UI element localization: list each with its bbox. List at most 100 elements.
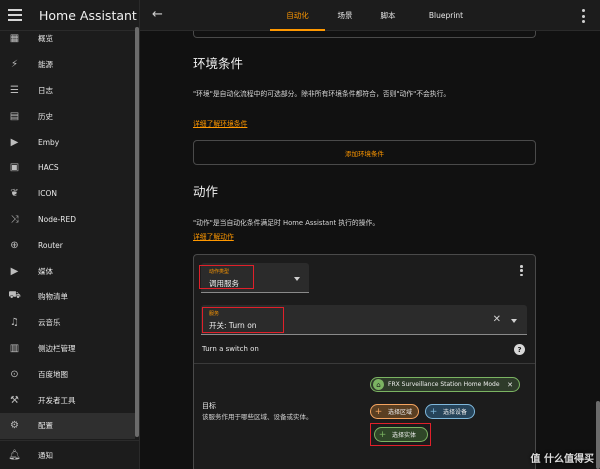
sidebar-item-label: 通知 [38,451,53,460]
sidebar-item-0[interactable]: ▦ 概览 [0,26,135,52]
sidebar-bottom: 🔔︎ 通知 [0,440,140,469]
add-area-label: 选择区域 [388,409,413,416]
sidebar-item-4[interactable]: ▶ Emby [0,129,135,155]
tab-label: 场景 [337,11,353,20]
sidebar-item-6[interactable]: ❦ ICON [0,181,135,207]
sidebar-item-label: HACS [38,163,59,173]
tab-automations[interactable]: 自动化 [270,0,325,31]
add-area-chip[interactable]: + 选择区域 [370,404,419,419]
divider [194,363,535,364]
actions-description: "动作"是当自动化条件满足时 Home Assistant 执行的操作。 [193,219,380,227]
tab-label: 自动化 [286,11,309,20]
sidebar-item-10[interactable]: ⛟ 购物清单 [0,284,135,310]
sidebar-item-9[interactable]: ▶ 媒体 [0,258,135,284]
sidebar-item-label: 概览 [38,34,53,44]
tab-label: Blueprint [428,11,464,20]
cart-icon: ⛟ [8,290,21,302]
sidebar-item-8[interactable]: ⊕ Router [0,232,135,258]
dashboard-icon: ▦ [9,33,20,45]
sidebar-item-14[interactable]: ⚒ 开发者工具 [0,387,135,413]
bell-icon: 🔔︎ [8,450,21,461]
main-scrollbar[interactable] [596,401,600,469]
home-icon: ⌂ [373,379,384,390]
map-pin-icon: ⊙ [10,368,19,380]
sidebar-item-11[interactable]: ♫ 云音乐 [0,310,135,336]
target-title: 目标 [202,402,216,410]
tab-scenes[interactable]: 场景 [330,0,360,31]
previous-card-bottom [193,31,536,38]
sidebar-item-12[interactable]: ▥ 侧边栏管理 [0,336,135,362]
sidebar-item-notifications[interactable]: 🔔︎ 通知 [0,441,140,469]
action-card: 动作类型 调用服务 服务 开关: Turn on ✕ Turn a switch… [193,254,536,469]
action-card-menu-icon[interactable] [520,265,523,276]
sidebar-item-label: 购物清单 [38,292,68,302]
add-condition-button[interactable]: 添加环境条件 [193,140,536,165]
add-device-label: 选择设备 [443,409,468,416]
tab-scripts[interactable]: 脚本 [372,0,404,31]
conditions-description: "环境"是自动化流程中的可选部分。除非所有环境条件都符合，否则"动作"不会执行。 [193,90,451,98]
app-title: Home Assistant [39,7,137,23]
sidebar-item-7[interactable]: ⤨ Node-RED [0,207,135,233]
sidebar-scrollbar[interactable] [135,27,139,437]
home-assistant-app: Home Assistant ▦ 概览 ⚡ 能源 ☰ 日志 ▤ 历史 ▶ Emby ▣ HACS ❦ IC… [0,0,600,469]
actions-learn-more-link[interactable]: 详细了解动作 [193,231,234,241]
sidebar-item-2[interactable]: ☰ 日志 [0,78,135,104]
target-entity-name: FRX Surveillance Station Home Mode [388,381,500,388]
lightning-icon: ⚡ [10,59,19,71]
chart-icon: ▤ [9,110,20,122]
service-description: Turn a switch on [202,345,259,353]
sidebar-item-label: Emby [38,137,60,147]
plus-icon: + [429,406,438,417]
menu-icon[interactable] [8,6,26,24]
sidebar-items: ▦ 概览 ⚡ 能源 ☰ 日志 ▤ 历史 ▶ Emby ▣ HACS ❦ ICON ⤨ Node-RED ⊕ Rou… [0,26,135,439]
sidebar-item-15[interactable]: ⚙ 配置 [0,412,135,439]
sidebar-item-label: 历史 [38,111,53,121]
automation-editor: 环境条件 "环境"是自动化流程中的可选部分。除非所有环境条件都符合，否则"动作"… [140,31,600,469]
router-icon: ⊕ [10,239,19,251]
gear-icon: ⚙ [10,420,19,432]
panel-icon: ▥ [9,342,20,354]
watermark-logo: 值 什么值得买 [530,454,594,465]
remove-chip-icon[interactable]: ✕ [507,381,513,389]
tab-blueprint[interactable]: Blueprint [425,0,467,31]
highlight-box-add-entity [370,423,431,446]
sidebar-item-label: Router [38,240,63,250]
target-description: 该服务作用于哪些区域、设备或实体。 [202,413,313,421]
sidebar-item-label: 侧边栏管理 [38,343,76,353]
shuffle-icon: ⤨ [10,213,19,225]
overflow-menu-icon[interactable] [582,9,586,23]
highlight-box-service [202,307,284,333]
sidebar-item-label: 百度地图 [38,369,68,379]
sidebar-item-label: Node-RED [38,214,77,224]
target-entity-chip[interactable]: ⌂ FRX Surveillance Station Home Mode ✕ [370,377,520,392]
chevron-down-icon [511,319,517,323]
emby-icon: ▶ [10,136,19,148]
top-bar: ← 自动化 场景 脚本 Blueprint [140,0,600,31]
conditions-learn-more-link[interactable]: 详细了解环境条件 [193,118,247,128]
sidebar-item-label: 日志 [38,85,53,95]
highlight-box-action-type [199,265,254,289]
sidebar-item-label: ICON [38,189,57,199]
chevron-down-icon [294,277,300,281]
tab-label: 脚本 [380,11,396,20]
sidebar-item-label: 配置 [38,421,53,431]
sidebar-item-label: 媒体 [38,266,53,276]
sidebar-item-label: 云音乐 [38,318,61,328]
list-icon: ☰ [10,84,19,96]
sidebar-item-3[interactable]: ▤ 历史 [0,103,135,129]
help-icon[interactable]: ? [514,344,525,355]
sidebar-item-13[interactable]: ⊙ 百度地图 [0,361,135,387]
plus-icon: + [374,406,383,417]
media-icon: ▶ [10,265,19,277]
hacs-store-icon: ▣ [9,162,20,174]
clear-icon[interactable]: ✕ [493,314,501,325]
sidebar-item-label: 能源 [38,60,53,70]
sidebar-item-5[interactable]: ▣ HACS [0,155,135,181]
actions-title: 动作 [193,184,219,199]
hammer-icon: ⚒ [10,394,19,406]
sidebar-item-1[interactable]: ⚡ 能源 [0,52,135,78]
sidebar: Home Assistant ▦ 概览 ⚡ 能源 ☰ 日志 ▤ 历史 ▶ Emby ▣ HACS ❦ IC… [0,0,140,469]
back-arrow-icon[interactable]: ← [152,8,166,22]
add-device-chip[interactable]: + 选择设备 [425,404,475,419]
sidebar-item-label: 开发者工具 [38,395,76,405]
